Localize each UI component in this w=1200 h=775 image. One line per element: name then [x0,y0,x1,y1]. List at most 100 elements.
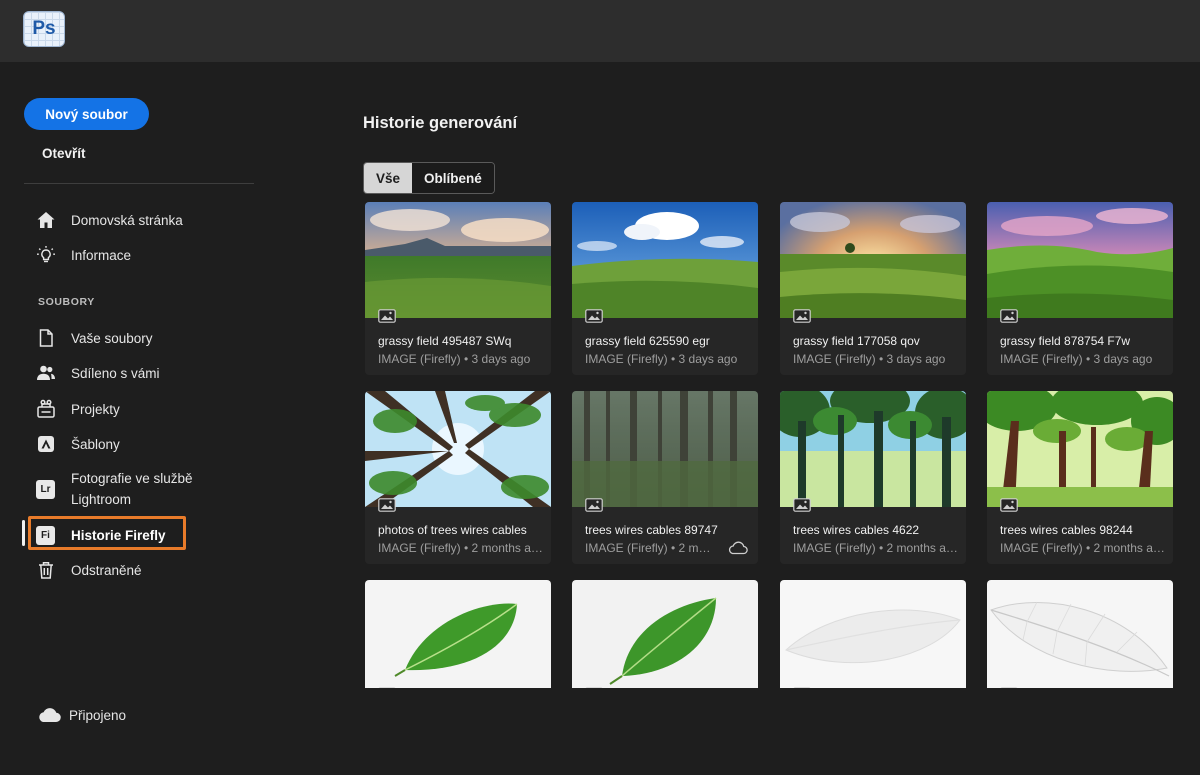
history-card[interactable]: grassy field 625590 egr IMAGE (Firefly) … [572,202,758,375]
history-card[interactable] [572,580,758,688]
sidebar-item-label: Odstraněné [71,562,142,578]
card-title: trees wires cables 89747 [585,523,718,537]
card-meta: IMAGE (Firefly) • 2 months ago [1000,541,1165,555]
firefly-badge: Fi [36,525,55,545]
sidebar-item-label: Vaše soubory [71,330,153,346]
thumbnail-image [365,580,551,688]
thumbnail-image [780,202,966,318]
history-card[interactable]: grassy field 177058 qov IMAGE (Firefly) … [780,202,966,375]
firefly-icon: Fi [36,524,60,546]
connection-status-label: Připojeno [69,707,127,723]
card-title: grassy field 495487 SWq [378,334,512,348]
projects-icon [36,398,60,420]
sidebar-item-firefly-history[interactable]: Fi Historie Firefly [36,524,256,546]
thumbnail-image [987,202,1173,318]
image-type-icon [378,309,396,323]
sidebar-item-label: Informace [71,247,132,263]
thumbnail-image [572,202,758,318]
cloud-sync-icon [728,541,748,555]
card-meta: IMAGE (Firefly) • 2 months ago [585,541,713,555]
card-meta: IMAGE (Firefly) • 2 months ago [378,541,543,555]
thumbnail-image [987,391,1173,507]
sidebar-item-label: Lightroom [71,492,132,507]
lightroom-badge: Lr [36,479,55,499]
image-type-icon [1000,687,1018,688]
history-card[interactable]: grassy field 878754 F7w IMAGE (Firefly) … [987,202,1173,375]
image-type-icon [1000,309,1018,323]
image-type-icon [585,687,603,688]
image-type-icon [378,498,396,512]
thumbnail-image [572,580,758,688]
history-card[interactable] [987,580,1173,688]
trash-icon [36,559,60,581]
image-type-icon [585,309,603,323]
sidebar-item-shared[interactable]: Sdíleno s vámi [36,362,256,384]
photoshop-logo-icon[interactable]: Ps [23,11,65,47]
history-card[interactable]: trees wires cables 4622 IMAGE (Firefly) … [780,391,966,564]
sidebar-item-label-group: Fotografie ve službě Lightroom [71,468,193,510]
image-type-icon [793,309,811,323]
connection-status: Připojeno [36,706,126,724]
sidebar-item-label: Fotografie ve službě [71,471,193,486]
card-title: trees wires cables 98244 [1000,523,1133,537]
sidebar-item-your-files[interactable]: Vaše soubory [36,327,256,349]
history-card[interactable] [365,580,551,688]
lightbulb-icon [36,244,60,266]
image-type-icon [793,498,811,512]
card-meta: IMAGE (Firefly) • 3 days ago [793,352,946,366]
image-type-icon [1000,498,1018,512]
history-card[interactable] [780,580,966,688]
tab-all[interactable]: Vše [364,163,413,193]
sidebar-item-projects[interactable]: Projekty [36,398,256,420]
app-header: Ps [0,0,1200,62]
sidebar-item-label: Domovská stránka [71,212,183,228]
section-label-files: SOUBORY [38,296,95,308]
sidebar-item-deleted[interactable]: Odstraněné [36,559,256,581]
filter-tabs: Vše Oblíbené [363,162,495,194]
card-title: photos of trees wires cables [378,523,527,537]
history-card[interactable]: photos of trees wires cables IMAGE (Fire… [365,391,551,564]
history-card[interactable]: trees wires cables 98244 IMAGE (Firefly)… [987,391,1173,564]
page-title: Historie generování [363,114,518,132]
templates-icon [36,433,60,455]
sidebar-item-lightroom[interactable]: Lr Fotografie ve službě Lightroom [36,468,256,510]
history-card[interactable]: grassy field 495487 SWq IMAGE (Firefly) … [365,202,551,375]
thumbnail-image [572,391,758,507]
generation-history-grid: grassy field 495487 SWq IMAGE (Firefly) … [365,202,1175,688]
sidebar-item-templates[interactable]: Šablony [36,433,256,455]
sidebar-item-label: Projekty [71,401,120,417]
history-card[interactable]: trees wires cables 89747 IMAGE (Firefly)… [572,391,758,564]
sidebar-item-info[interactable]: Informace [36,244,256,266]
file-icon [36,327,60,349]
sidebar-item-label: Historie Firefly [71,527,166,543]
logo-text: Ps [32,18,56,39]
card-meta: IMAGE (Firefly) • 3 days ago [1000,352,1153,366]
image-type-icon [585,498,603,512]
home-icon [36,209,60,231]
lightroom-icon: Lr [36,478,60,500]
card-title: grassy field 177058 qov [793,334,920,348]
card-meta: IMAGE (Firefly) • 3 days ago [378,352,531,366]
card-title: trees wires cables 4622 [793,523,920,537]
new-file-button[interactable]: Nový soubor [24,98,149,130]
sidebar-item-label: Šablony [71,436,120,452]
thumbnail-image [987,580,1173,688]
card-title: grassy field 625590 egr [585,334,710,348]
image-type-icon [793,687,811,688]
sidebar-item-home[interactable]: Domovská stránka [36,209,256,231]
sidebar-divider [24,183,254,184]
card-meta: IMAGE (Firefly) • 3 days ago [585,352,738,366]
sidebar-item-label: Sdíleno s vámi [71,365,160,381]
thumbnail-image [365,202,551,318]
open-link[interactable]: Otevřít [42,146,86,161]
card-meta: IMAGE (Firefly) • 2 months ago [793,541,958,555]
thumbnail-image [780,391,966,507]
sidebar: Nový soubor Otevřít Domovská stránka Inf… [0,62,300,775]
users-icon [36,362,60,384]
cloud-icon [39,708,61,723]
tab-favorites[interactable]: Oblíbené [412,163,494,193]
thumbnail-image [365,391,551,507]
card-title: grassy field 878754 F7w [1000,334,1131,348]
thumbnail-image [780,580,966,688]
image-type-icon [378,687,396,688]
